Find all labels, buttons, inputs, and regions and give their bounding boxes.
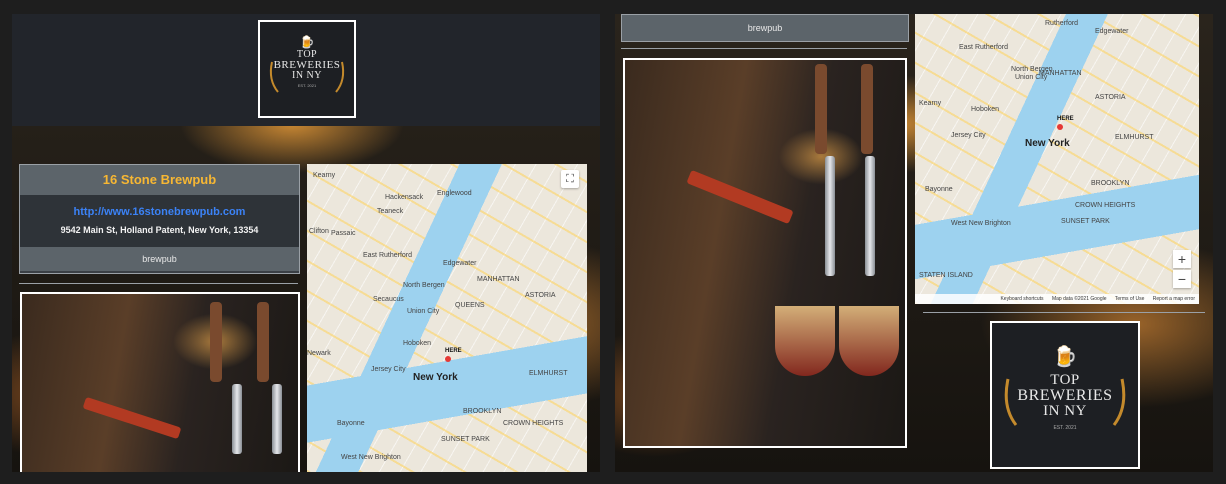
tap-handle-red (82, 396, 182, 440)
brewery-info-card: 16 Stone Brewpub http://www.16stonebrewp… (19, 164, 300, 274)
map-label: Hoboken (403, 340, 432, 347)
map-pin-label: HERE (1057, 116, 1074, 122)
map-label: Bayonne (925, 186, 953, 193)
map-report-error-link[interactable]: Report a map error (1153, 296, 1195, 302)
map-pin-label: HERE (445, 348, 462, 354)
tap-handle (861, 64, 873, 154)
brewery-name: 16 Stone Brewpub (20, 165, 299, 195)
map-label: Union City (1015, 74, 1048, 81)
map-label: Kearny (919, 100, 942, 107)
brewery-photo (623, 58, 907, 448)
beer-glass (775, 306, 835, 376)
map-fullscreen-button[interactable]: ⛶ (561, 170, 579, 188)
brewery-address: 9542 Main St, Holland Patent, New York, … (60, 225, 259, 235)
map-label: Secaucus (373, 296, 404, 303)
beer-mug-icon: 🍺 (299, 35, 315, 49)
beer-tap (825, 156, 835, 276)
map-label: Union City (407, 308, 440, 315)
tap-handle (257, 302, 269, 382)
site-logo[interactable]: 🍺 TOP BREWERIES IN NY EST. 2021 (990, 321, 1140, 469)
tap-handle-red (686, 169, 794, 225)
map-keyboard-shortcuts-link[interactable]: Keyboard shortcuts (1000, 296, 1043, 302)
left-panel: 🍺 TOP BREWERIES IN NY EST. 2021 16 Stone… (12, 14, 600, 472)
map-terms-link[interactable]: Terms of Use (1115, 296, 1144, 302)
brewery-photo (20, 292, 300, 472)
map-label: Jersey City (951, 132, 986, 139)
tap-handle (210, 302, 222, 382)
map-label: Jersey City (371, 366, 406, 373)
map-label: ASTORIA (525, 292, 556, 299)
beer-tap (272, 384, 282, 454)
site-header: 🍺 TOP BREWERIES IN NY EST. 2021 (12, 14, 600, 126)
map-view[interactable]: Kearny Hackensack Englewood Teaneck Clif… (307, 164, 587, 472)
site-logo[interactable]: 🍺 TOP BREWERIES IN NY EST. 2021 (258, 20, 356, 118)
map-attribution: Keyboard shortcuts Map data ©2021 Google… (915, 294, 1199, 304)
map-label: QUEENS (455, 302, 485, 309)
map-label: CROWN HEIGHTS (503, 420, 564, 427)
map-label: Teaneck (377, 208, 404, 215)
map-label: Edgewater (443, 260, 477, 267)
map-label: Clifton (309, 228, 329, 235)
map-label: West New Brighton (951, 220, 1011, 227)
map-label: Englewood (437, 190, 472, 197)
map-label: SUNSET PARK (1061, 218, 1110, 225)
map-label: MANHATTAN (477, 276, 520, 283)
brewery-type-tag: brewpub (621, 14, 909, 42)
divider (923, 312, 1205, 313)
beer-mug-icon: 🍺 (1052, 346, 1078, 368)
tap-handle (815, 64, 827, 154)
map-label: Edgewater (1095, 28, 1129, 35)
map-pin-icon[interactable] (1057, 124, 1063, 130)
map-pin-icon[interactable] (445, 356, 451, 362)
map-label: Hackensack (385, 194, 424, 201)
map-label: Passaic (331, 230, 356, 237)
map-label: Newark (307, 350, 331, 357)
map-label: BROOKLYN (463, 408, 502, 415)
map-zoom-in-button[interactable]: + (1173, 250, 1191, 268)
map-label: Hoboken (971, 106, 1000, 113)
wheat-left-icon (1004, 378, 1018, 426)
map-label: East Rutherford (363, 252, 413, 259)
map-label: Rutherford (1045, 20, 1079, 27)
wheat-right-icon (1112, 378, 1126, 426)
beer-tap (865, 156, 875, 276)
map-label: ELMHURST (1115, 134, 1154, 141)
beer-glass (839, 306, 899, 376)
map-label: CROWN HEIGHTS (1075, 202, 1136, 209)
map-label: ELMHURST (529, 370, 568, 377)
brewery-type-tag: brewpub (20, 247, 299, 271)
brewery-website-link[interactable]: http://www.16stonebrewpub.com (20, 195, 299, 218)
map-label: East Rutherford (959, 44, 1009, 51)
map-label: North Bergen (403, 282, 445, 289)
right-panel: brewpub Rutherford Edgewater East Ruther… (615, 14, 1213, 472)
map-label: STATEN ISLAND (919, 272, 973, 279)
wheat-right-icon (335, 61, 345, 93)
map-city-label: New York (413, 372, 458, 383)
map-label: Kearny (313, 172, 336, 179)
map-city-label: New York (1025, 138, 1070, 149)
brewery-details: http://www.16stonebrewpub.com 9542 Main … (20, 195, 299, 247)
map-label: West New Brighton (341, 454, 401, 461)
map-label: Bayonne (337, 420, 365, 427)
map-label: BROOKLYN (1091, 180, 1130, 187)
map-view[interactable]: Rutherford Edgewater East Rutherford Nor… (915, 14, 1199, 304)
divider (19, 283, 298, 284)
divider (621, 48, 907, 49)
map-data-credit: Map data ©2021 Google (1051, 296, 1107, 302)
map-zoom-out-button[interactable]: − (1173, 270, 1191, 288)
beer-tap (232, 384, 242, 454)
map-label: ASTORIA (1095, 94, 1126, 101)
wheat-left-icon (269, 61, 279, 93)
map-label: SUNSET PARK (441, 436, 490, 443)
